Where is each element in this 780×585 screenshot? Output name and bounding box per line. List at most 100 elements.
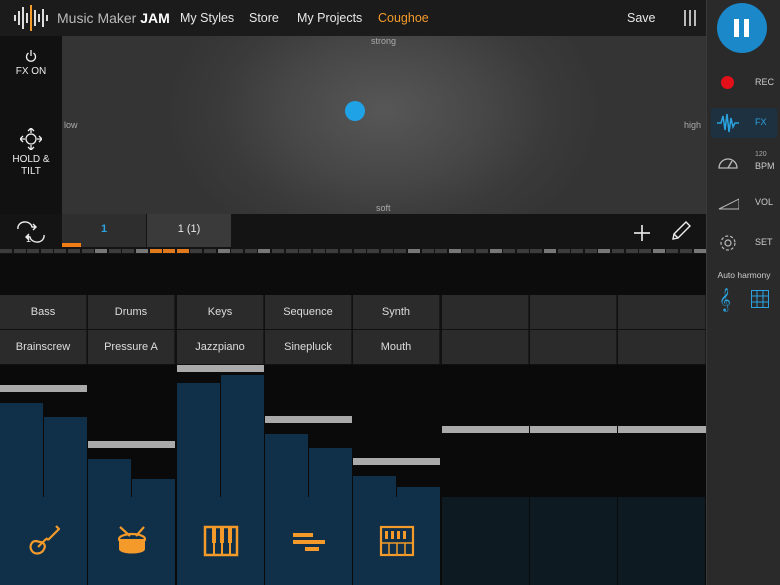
instrument-preset-cell[interactable]: Sinepluck (265, 330, 352, 364)
sequence-cell (530, 249, 543, 253)
track-tile-bass[interactable] (0, 497, 87, 585)
fx-label: FX (755, 117, 767, 127)
chord-grid-icon[interactable] (751, 290, 769, 308)
sequence-cell (40, 249, 53, 253)
sequence-cell (95, 249, 108, 253)
track-tile-empty[interactable] (442, 497, 529, 585)
record-icon (721, 76, 734, 89)
instrument-preset-cell-empty[interactable] (618, 330, 706, 364)
fx-xy-pad[interactable]: strong soft low high (62, 36, 706, 214)
level-meter (265, 434, 308, 497)
rec-button[interactable]: REC (711, 68, 777, 98)
instrument-preset-cell-empty[interactable] (442, 330, 529, 364)
loop-one-icon[interactable]: 1 (14, 221, 48, 243)
volume-slider-handle[interactable] (88, 441, 175, 448)
right-sidebar: REC FX 120 BPM VOL SET Auto harmony 𝄞 (706, 0, 780, 585)
sequence-cell (13, 249, 26, 253)
instrument-type-cell[interactable]: Keys (177, 295, 264, 329)
sequence-cell (163, 249, 176, 253)
part-tab-other[interactable]: 1 (1) (147, 214, 231, 247)
sequence-cell (625, 249, 638, 253)
instrument-type-cell[interactable]: Drums (88, 295, 175, 329)
sequence-cell (258, 249, 271, 253)
sequence-cell (326, 249, 339, 253)
instrument-preset-cell-empty[interactable] (530, 330, 617, 364)
sequence-cell (231, 249, 244, 253)
sequence-cell (598, 249, 611, 253)
track-tile-sequence[interactable] (265, 497, 352, 585)
treble-clef-icon[interactable]: 𝄞 (719, 287, 731, 311)
sequence-cell (204, 249, 216, 253)
sequence-cell (652, 249, 665, 253)
edit-pencil-icon[interactable] (670, 220, 692, 242)
sequence-cell (122, 249, 135, 253)
synth-icon (379, 525, 415, 557)
instrument-type-cell-empty[interactable] (530, 295, 617, 329)
sequence-cell (680, 249, 692, 253)
sequence-cell (108, 249, 121, 253)
bpm-label: BPM (755, 161, 775, 171)
sequence-cell (584, 249, 597, 253)
fx-position-handle[interactable] (345, 101, 365, 121)
waveform-icon (717, 113, 739, 133)
sequence-cell (244, 249, 257, 253)
track-tile-drums[interactable] (88, 497, 175, 585)
hold-tilt-button[interactable]: HOLD & TILT (0, 127, 62, 178)
waveform-logo-icon (14, 5, 48, 31)
sequence-cell (81, 249, 94, 253)
track-tiles (0, 497, 706, 585)
drum-icon (117, 526, 147, 554)
volume-slider-handle[interactable] (618, 426, 706, 433)
menu-icon[interactable] (684, 10, 696, 26)
sequence-cell (27, 249, 40, 253)
vol-button[interactable]: VOL (711, 188, 777, 218)
nav-my-projects[interactable]: My Projects (297, 11, 362, 25)
nav-my-styles[interactable]: My Styles (180, 11, 234, 25)
volume-slider-handle[interactable] (0, 385, 87, 392)
save-button[interactable]: Save (627, 11, 656, 25)
instrument-preset-cell[interactable]: Jazzpiano (177, 330, 264, 364)
instrument-type-cell[interactable]: Sequence (265, 295, 352, 329)
volume-slider-handle[interactable] (442, 426, 529, 433)
instrument-preset-cell[interactable]: Brainscrew (0, 330, 87, 364)
sequence-cell (435, 249, 448, 253)
top-bar: Music Maker JAM My Styles Store My Proje… (0, 0, 706, 36)
instrument-type-cell-empty[interactable] (442, 295, 529, 329)
volume-slider-handle[interactable] (530, 426, 617, 433)
settings-button[interactable]: SET (711, 228, 777, 258)
fx-on-button[interactable]: FX ON (0, 50, 62, 78)
sequence-cell (612, 249, 624, 253)
pause-icon (734, 19, 739, 37)
level-meter (88, 459, 131, 497)
instrument-preset-cell[interactable]: Mouth (353, 330, 440, 364)
volume-slider-handle[interactable] (353, 458, 440, 465)
set-label: SET (755, 237, 773, 247)
nav-store[interactable]: Store (249, 11, 279, 25)
track-tile-synth[interactable] (353, 497, 440, 585)
bpm-button[interactable]: 120 BPM (711, 148, 777, 178)
instrument-type-cell[interactable]: Bass (0, 295, 87, 329)
sequence-cell (639, 249, 652, 253)
track-tile-empty[interactable] (530, 497, 617, 585)
level-meter (132, 479, 175, 497)
track-tile-keys[interactable] (177, 497, 264, 585)
nav-current-project[interactable]: Coughoe (378, 11, 429, 25)
sequence-cell (285, 249, 298, 253)
instrument-type-cell[interactable]: Synth (353, 295, 440, 329)
sequence-cell (544, 249, 556, 253)
instrument-type-row: Bass Drums Keys Sequence Synth (0, 295, 706, 330)
pause-button[interactable] (717, 3, 767, 53)
add-part-icon[interactable] (632, 223, 652, 243)
volume-slider-handle[interactable] (177, 365, 264, 372)
sequence-cell (666, 249, 679, 253)
instrument-preset-cell[interactable]: Pressure A (88, 330, 175, 364)
track-tile-empty[interactable] (618, 497, 705, 585)
fx-button[interactable]: FX (711, 108, 777, 138)
instrument-type-cell-empty[interactable] (618, 295, 706, 329)
sequence-cell (176, 249, 189, 253)
part-row: 1 1 1 (1) (0, 214, 706, 248)
level-meter (353, 476, 396, 497)
volume-slider-handle[interactable] (265, 416, 352, 423)
rec-label: REC (755, 77, 775, 87)
sequence-cell (476, 249, 488, 253)
